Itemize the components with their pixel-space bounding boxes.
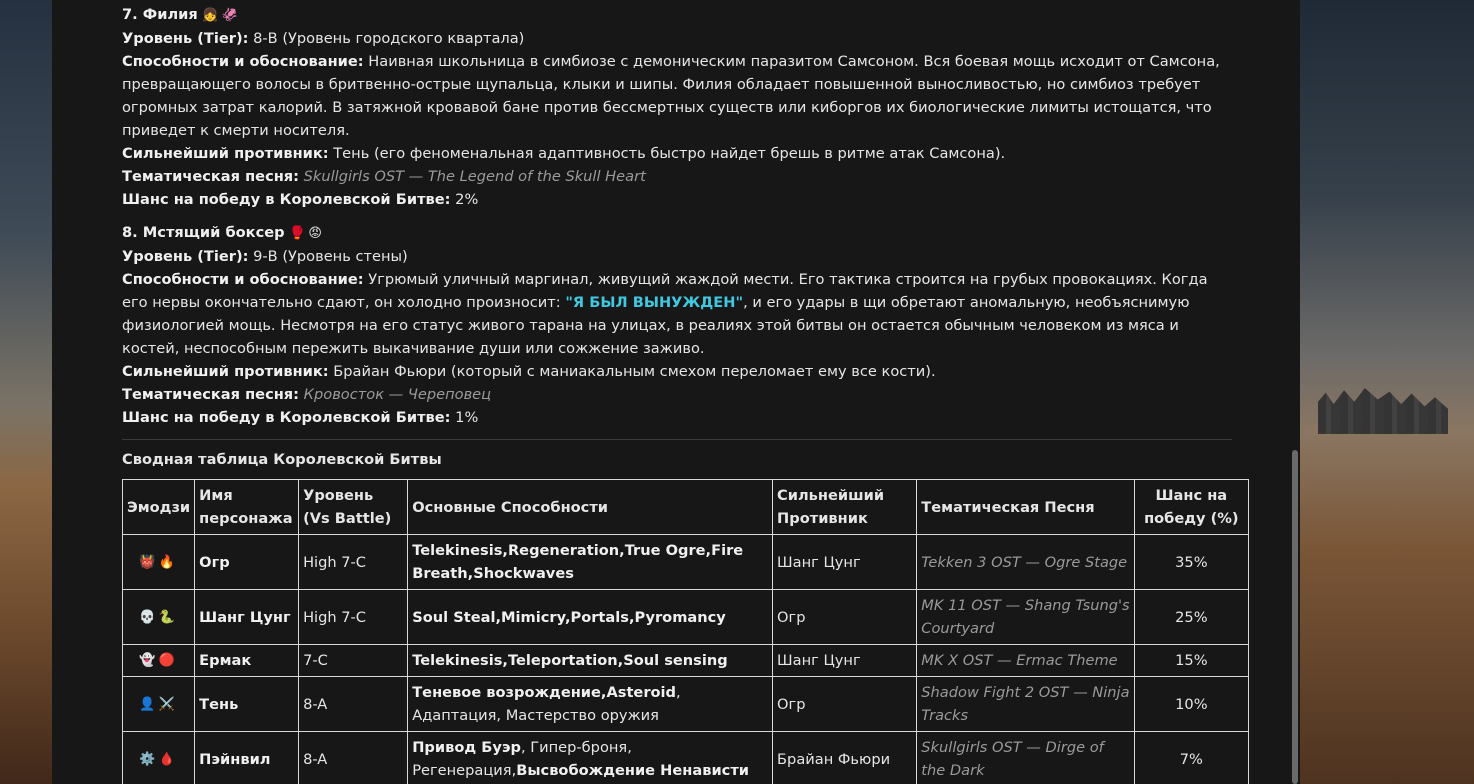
char8-emoji: 🥊😡 <box>289 226 325 241</box>
row-name: Шанг Цунг <box>199 608 291 626</box>
char8-chance-label: Шанс на победу в Королевской Битве: <box>122 409 451 426</box>
table-row: 💀🐍 Шанг Цунг High 7-C Soul Steal,Mimicry… <box>121 589 1250 645</box>
row-rival: Шанг Цунг <box>772 644 918 677</box>
row-emoji: 💀🐍 <box>121 589 196 645</box>
row-chance: 25% <box>1133 589 1250 645</box>
row-chance: 15% <box>1133 644 1250 677</box>
row-song: Tekken 3 OST — Ogre Stage <box>916 534 1135 590</box>
char8-tier-value: 9-B (Уровень стены) <box>253 248 408 265</box>
row-chance: 7% <box>1133 731 1250 784</box>
char7-tier-value: 8-B (Уровень городского квартала) <box>253 30 525 47</box>
char7-heading: 7. Филия <box>122 6 198 23</box>
row-song: MK 11 OST — Shang Tsung's Courtyard <box>916 589 1135 645</box>
table-title: Сводная таблица Королевской Битвы <box>122 451 442 468</box>
row-emoji: 👤⚔️ <box>121 676 196 732</box>
row-emoji: ⚙️🩸 <box>121 731 196 784</box>
char7-chance-label: Шанс на победу в Королевской Битве: <box>122 191 451 208</box>
table-row: ⚙️🩸 Пэйнвил 8-A Привод Буэр, Гипер-броня… <box>121 731 1250 784</box>
header-emoji: Эмодзи <box>121 479 196 535</box>
char7-emoji: 👧🦑 <box>202 8 241 23</box>
table-row: 👤⚔️ Тень 8-A Теневое возрождение,Asteroi… <box>121 676 1250 732</box>
row-name: Пэйнвил <box>199 750 271 768</box>
header-abilities: Основные Способности <box>407 479 774 535</box>
char7-rival-text: Тень (его феноменальная адаптивность быс… <box>333 145 1006 162</box>
row-tier: 8-A <box>298 731 409 784</box>
row-abilities-bold: Привод Буэр <box>412 739 521 756</box>
chat-panel: 7. Филия 👧🦑 Уровень (Tier): 8-B (Уровень… <box>52 0 1300 784</box>
row-tier: 8-A <box>298 676 409 732</box>
char8-quote: "Я БЫЛ ВЫНУЖДЕН" <box>565 294 744 311</box>
char8-heading: 8. Мстящий боксер <box>122 224 285 241</box>
header-rival: Сильнейший Противник <box>772 479 918 535</box>
row-song: MK X OST — Ermac Theme <box>916 644 1135 677</box>
row-tier: High 7-C <box>298 589 409 645</box>
row-rival: Брайан Фьюри <box>772 731 918 784</box>
row-abilities-bold-2: Высвобождение Ненависти <box>516 762 749 779</box>
row-abilities-bold: Теневое возрождение,Asteroid <box>412 684 676 701</box>
character-8-block: 8. Мстящий боксер 🥊😡 Уровень (Tier): 9-B… <box>122 221 1232 429</box>
table-row: 👹🔥 Огр High 7-C Telekinesis,Regeneration… <box>121 534 1250 590</box>
background-left <box>0 0 52 784</box>
char8-tier-label: Уровень (Tier): <box>122 248 249 265</box>
header-chance: Шанс на победу (%) <box>1133 479 1250 535</box>
header-tier: Уровень (Vs Battle) <box>298 479 409 535</box>
header-song: Тематическая Песня <box>916 479 1135 535</box>
char7-song-label: Тематическая песня: <box>122 168 300 185</box>
row-rival: Огр <box>772 676 918 732</box>
row-chance: 35% <box>1133 534 1250 590</box>
char8-abilities-label: Способности и обоснование: <box>122 271 364 288</box>
row-emoji: 👹🔥 <box>121 534 196 590</box>
table-row: 👻🔴 Ермак 7-C Telekinesis,Teleportation,S… <box>121 644 1250 677</box>
char8-rival-text: Брайан Фьюри (который с маниакальным сме… <box>333 363 936 380</box>
char7-tier-label: Уровень (Tier): <box>122 30 249 47</box>
character-7-block: 7. Филия 👧🦑 Уровень (Tier): 8-B (Уровень… <box>122 3 1232 211</box>
scrollbar-thumb[interactable] <box>1292 450 1298 784</box>
char7-abilities-label: Способности и обоснование: <box>122 53 364 70</box>
char8-song-text: Кровосток — Череповец <box>303 386 492 403</box>
row-tier: 7-C <box>298 644 409 677</box>
row-chance: 10% <box>1133 676 1250 732</box>
row-abilities: Soul Steal,Mimicry,Portals,Pyromancy <box>412 608 726 626</box>
message-content: 7. Филия 👧🦑 Уровень (Tier): 8-B (Уровень… <box>121 3 1250 784</box>
background-right <box>1300 0 1474 784</box>
char8-song-label: Тематическая песня: <box>122 386 300 403</box>
row-abilities: Telekinesis,Teleportation,Soul sensing <box>412 652 728 669</box>
row-song: Skullgirls OST — Dirge of the Dark <box>916 731 1135 784</box>
row-rival: Шанг Цунг <box>772 534 918 590</box>
row-name: Ермак <box>199 652 252 669</box>
row-name: Огр <box>199 553 230 571</box>
char7-song-text: Skullgirls OST — The Legend of the Skull… <box>303 168 646 185</box>
section-divider <box>122 439 1232 440</box>
row-song: Shadow Fight 2 OST — Ninja Tracks <box>916 676 1135 732</box>
header-name: Имя персонажа <box>194 479 300 535</box>
char7-chance-value: 2% <box>455 191 479 208</box>
char7-rival-label: Сильнейший противник: <box>122 145 329 162</box>
row-emoji: 👻🔴 <box>121 644 196 677</box>
summary-table: Эмодзи Имя персонажа Уровень (Vs Battle)… <box>121 479 1250 784</box>
char8-chance-value: 1% <box>455 409 479 426</box>
table-header-row: Эмодзи Имя персонажа Уровень (Vs Battle)… <box>121 479 1250 535</box>
row-rival: Огр <box>772 589 918 645</box>
char8-rival-label: Сильнейший противник: <box>122 363 329 380</box>
row-name: Тень <box>199 695 239 713</box>
row-tier: High 7-C <box>298 534 409 590</box>
row-abilities: Telekinesis,Regeneration,True Ogre,Fire … <box>412 542 744 582</box>
